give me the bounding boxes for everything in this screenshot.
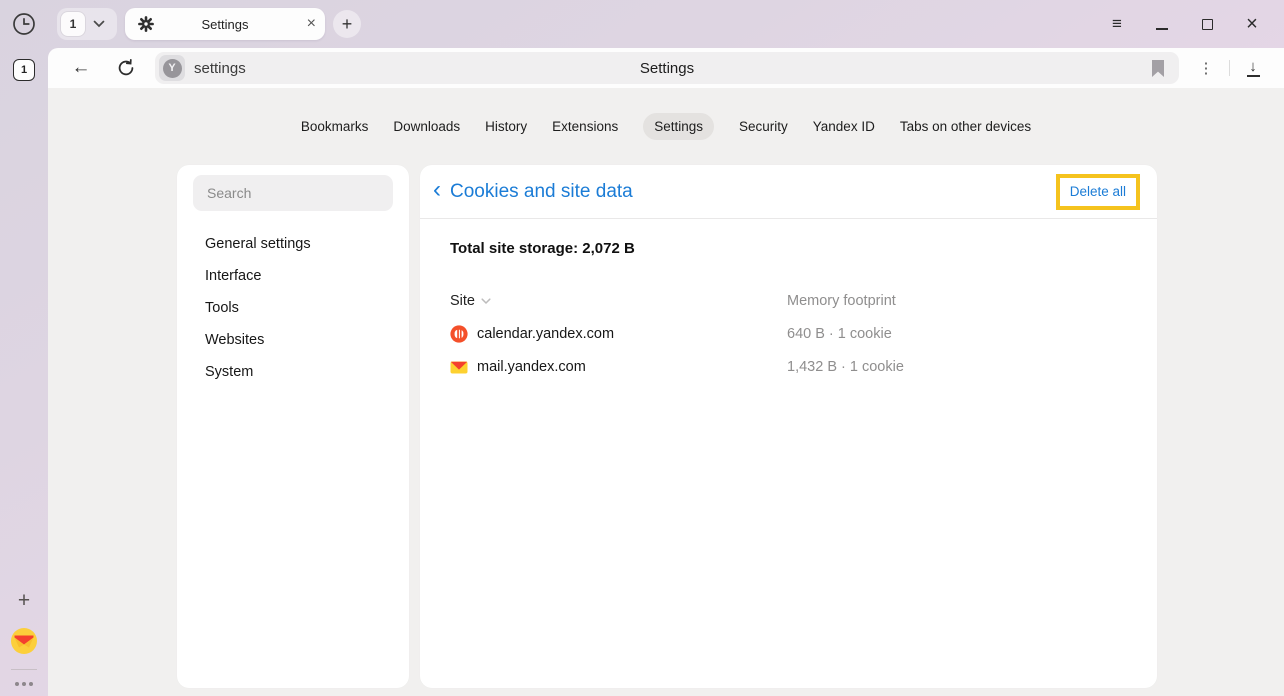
omnibox-page-title: Settings: [155, 60, 1179, 77]
sidebar-item-general-settings[interactable]: General settings: [193, 228, 393, 260]
sidebar-menu: General settings Interface Tools Website…: [193, 228, 393, 388]
address-bar[interactable]: Y settings Settings: [155, 52, 1179, 84]
nav-bookmarks[interactable]: Bookmarks: [301, 119, 369, 134]
site-table: Site Memory footprint calendar.yandex.co…: [450, 291, 1127, 377]
browser-tab-settings[interactable]: Settings ×: [125, 8, 325, 40]
settings-sidebar: General settings Interface Tools Website…: [177, 165, 409, 688]
browser-toolbar: ← Y settings Settings ⋮ ↓: [48, 48, 1284, 88]
mail-favicon: [450, 359, 468, 375]
settings-nav: Bookmarks Downloads History Extensions S…: [48, 88, 1284, 140]
rail-divider: [11, 669, 37, 670]
rail-more-icon[interactable]: [15, 682, 33, 686]
window-close-icon[interactable]: ×: [1244, 16, 1260, 32]
page-title: Cookies and site data: [450, 181, 633, 203]
cookies-header: ‹ Cookies and site data Delete all: [420, 165, 1157, 219]
url-text: settings: [194, 60, 246, 77]
history-clock-icon[interactable]: [11, 11, 37, 37]
tab-group-control[interactable]: 1: [57, 8, 117, 40]
download-icon[interactable]: ↓: [1240, 55, 1266, 81]
rail-tab-panel-button[interactable]: 1: [13, 59, 35, 81]
yandex-favicon: Y: [163, 59, 182, 78]
nav-yandex-id[interactable]: Yandex ID: [813, 119, 875, 134]
settings-page: Bookmarks Downloads History Extensions S…: [48, 88, 1284, 696]
sidebar-item-tools[interactable]: Tools: [193, 292, 393, 324]
sort-chevron-icon: [481, 298, 491, 305]
reload-icon[interactable]: [113, 55, 139, 81]
sidebar-item-system[interactable]: System: [193, 356, 393, 388]
calendar-favicon: [450, 325, 468, 343]
table-row-site-mail[interactable]: mail.yandex.com: [450, 357, 787, 377]
memory-column-header: Memory footprint: [787, 291, 1127, 311]
bookmark-icon[interactable]: [1151, 60, 1165, 77]
maximize-icon[interactable]: [1199, 16, 1215, 32]
delete-all-label: Delete all: [1070, 184, 1126, 199]
chevron-down-icon[interactable]: [85, 20, 113, 28]
cookies-panel: ‹ Cookies and site data Delete all Total…: [420, 165, 1157, 688]
site-column-header[interactable]: Site: [450, 291, 787, 311]
site-favicon-badge: Y: [159, 55, 185, 81]
new-tab-button[interactable]: +: [333, 10, 361, 38]
back-arrow-icon[interactable]: ←: [68, 55, 94, 81]
table-cell-memory: 640 B · 1 cookie: [787, 324, 1127, 344]
kebab-menu-icon[interactable]: ⋮: [1193, 55, 1219, 81]
nav-settings[interactable]: Settings: [643, 113, 714, 140]
sidebar-item-websites[interactable]: Websites: [193, 324, 393, 356]
total-storage-text: Total site storage: 2,072 B: [450, 240, 1127, 257]
tab-count-badge[interactable]: 1: [61, 12, 85, 36]
sidebar-item-interface[interactable]: Interface: [193, 260, 393, 292]
cookies-body: Total site storage: 2,072 B Site Memory …: [420, 219, 1157, 377]
minimize-icon[interactable]: [1154, 16, 1170, 32]
nav-downloads[interactable]: Downloads: [393, 119, 460, 134]
yandex-mail-icon[interactable]: [10, 627, 38, 655]
rail-bottom-group: +: [10, 590, 38, 696]
tab-strip: 1 Settings × + ≡ ×: [0, 0, 1284, 48]
table-row-site-calendar[interactable]: calendar.yandex.com: [450, 324, 787, 344]
nav-history[interactable]: History: [485, 119, 527, 134]
search-input[interactable]: [193, 175, 393, 211]
nav-extensions[interactable]: Extensions: [552, 119, 618, 134]
tab-title: Settings: [125, 17, 325, 32]
left-rail: 1 +: [0, 48, 48, 696]
nav-security[interactable]: Security: [739, 119, 788, 134]
browser-menu-icon[interactable]: ≡: [1109, 16, 1125, 32]
nav-tabs-other-devices[interactable]: Tabs on other devices: [900, 119, 1031, 134]
toolbar-divider: [1229, 60, 1230, 76]
delete-all-button[interactable]: Delete all: [1056, 174, 1140, 210]
rail-add-icon[interactable]: +: [18, 590, 30, 611]
window-controls: ≡ ×: [1109, 16, 1268, 32]
table-cell-memory: 1,432 B · 1 cookie: [787, 357, 1127, 377]
back-chevron-icon[interactable]: ‹: [433, 178, 441, 202]
tab-close-icon[interactable]: ×: [307, 16, 316, 32]
